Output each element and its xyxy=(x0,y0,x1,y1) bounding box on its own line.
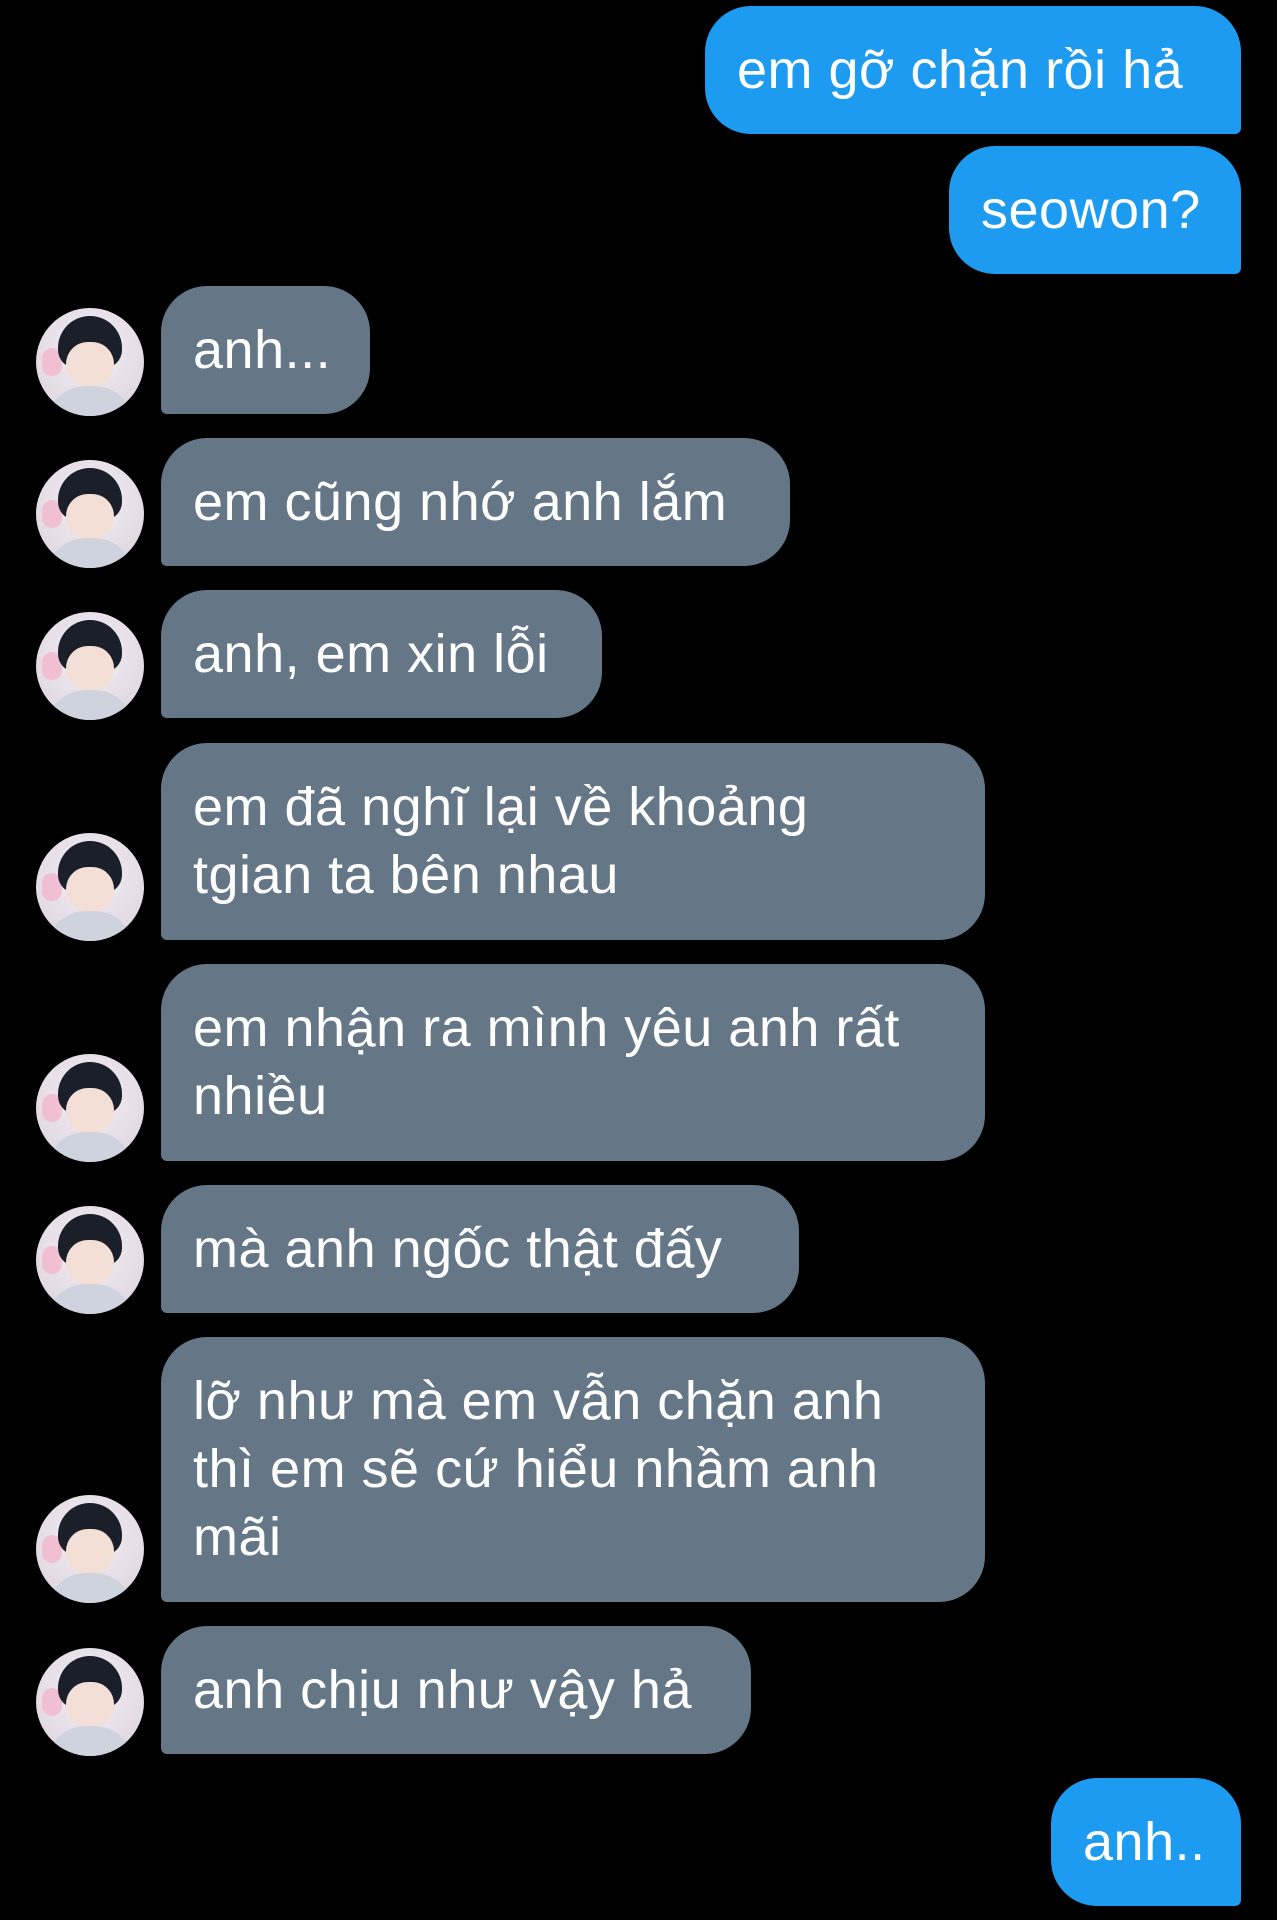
received-message-bubble[interactable]: lỡ như mà em vẫn chặn anh thì em sẽ cứ h… xyxy=(161,1337,985,1602)
received-message-bubble[interactable]: em đã nghĩ lại về khoảng tgian ta bên nh… xyxy=(161,743,985,940)
received-message-bubble[interactable]: anh, em xin lỗi xyxy=(161,590,602,718)
received-message-bubble[interactable]: em cũng nhớ anh lắm xyxy=(161,438,790,566)
contact-avatar-icon[interactable] xyxy=(36,308,144,416)
contact-avatar-icon[interactable] xyxy=(36,1648,144,1756)
received-message-bubble[interactable]: mà anh ngốc thật đấy xyxy=(161,1185,799,1313)
received-message-bubble[interactable]: em nhận ra mình yêu anh rất nhiều xyxy=(161,964,985,1161)
contact-avatar-icon[interactable] xyxy=(36,1054,144,1162)
contact-avatar-icon[interactable] xyxy=(36,833,144,941)
contact-avatar-icon[interactable] xyxy=(36,612,144,720)
conversation-thread: em gỡ chặn rồi hả seowon? anh... em cũng… xyxy=(0,0,1277,1920)
contact-avatar-icon[interactable] xyxy=(36,460,144,568)
sent-message-bubble[interactable]: anh.. xyxy=(1051,1778,1241,1906)
sent-message-bubble[interactable]: seowon? xyxy=(949,146,1241,274)
sent-message-bubble[interactable]: em gỡ chặn rồi hả xyxy=(705,6,1241,134)
contact-avatar-icon[interactable] xyxy=(36,1495,144,1603)
received-message-bubble[interactable]: anh... xyxy=(161,286,370,414)
received-message-bubble[interactable]: anh chịu như vậy hả xyxy=(161,1626,751,1754)
contact-avatar-icon[interactable] xyxy=(36,1206,144,1314)
